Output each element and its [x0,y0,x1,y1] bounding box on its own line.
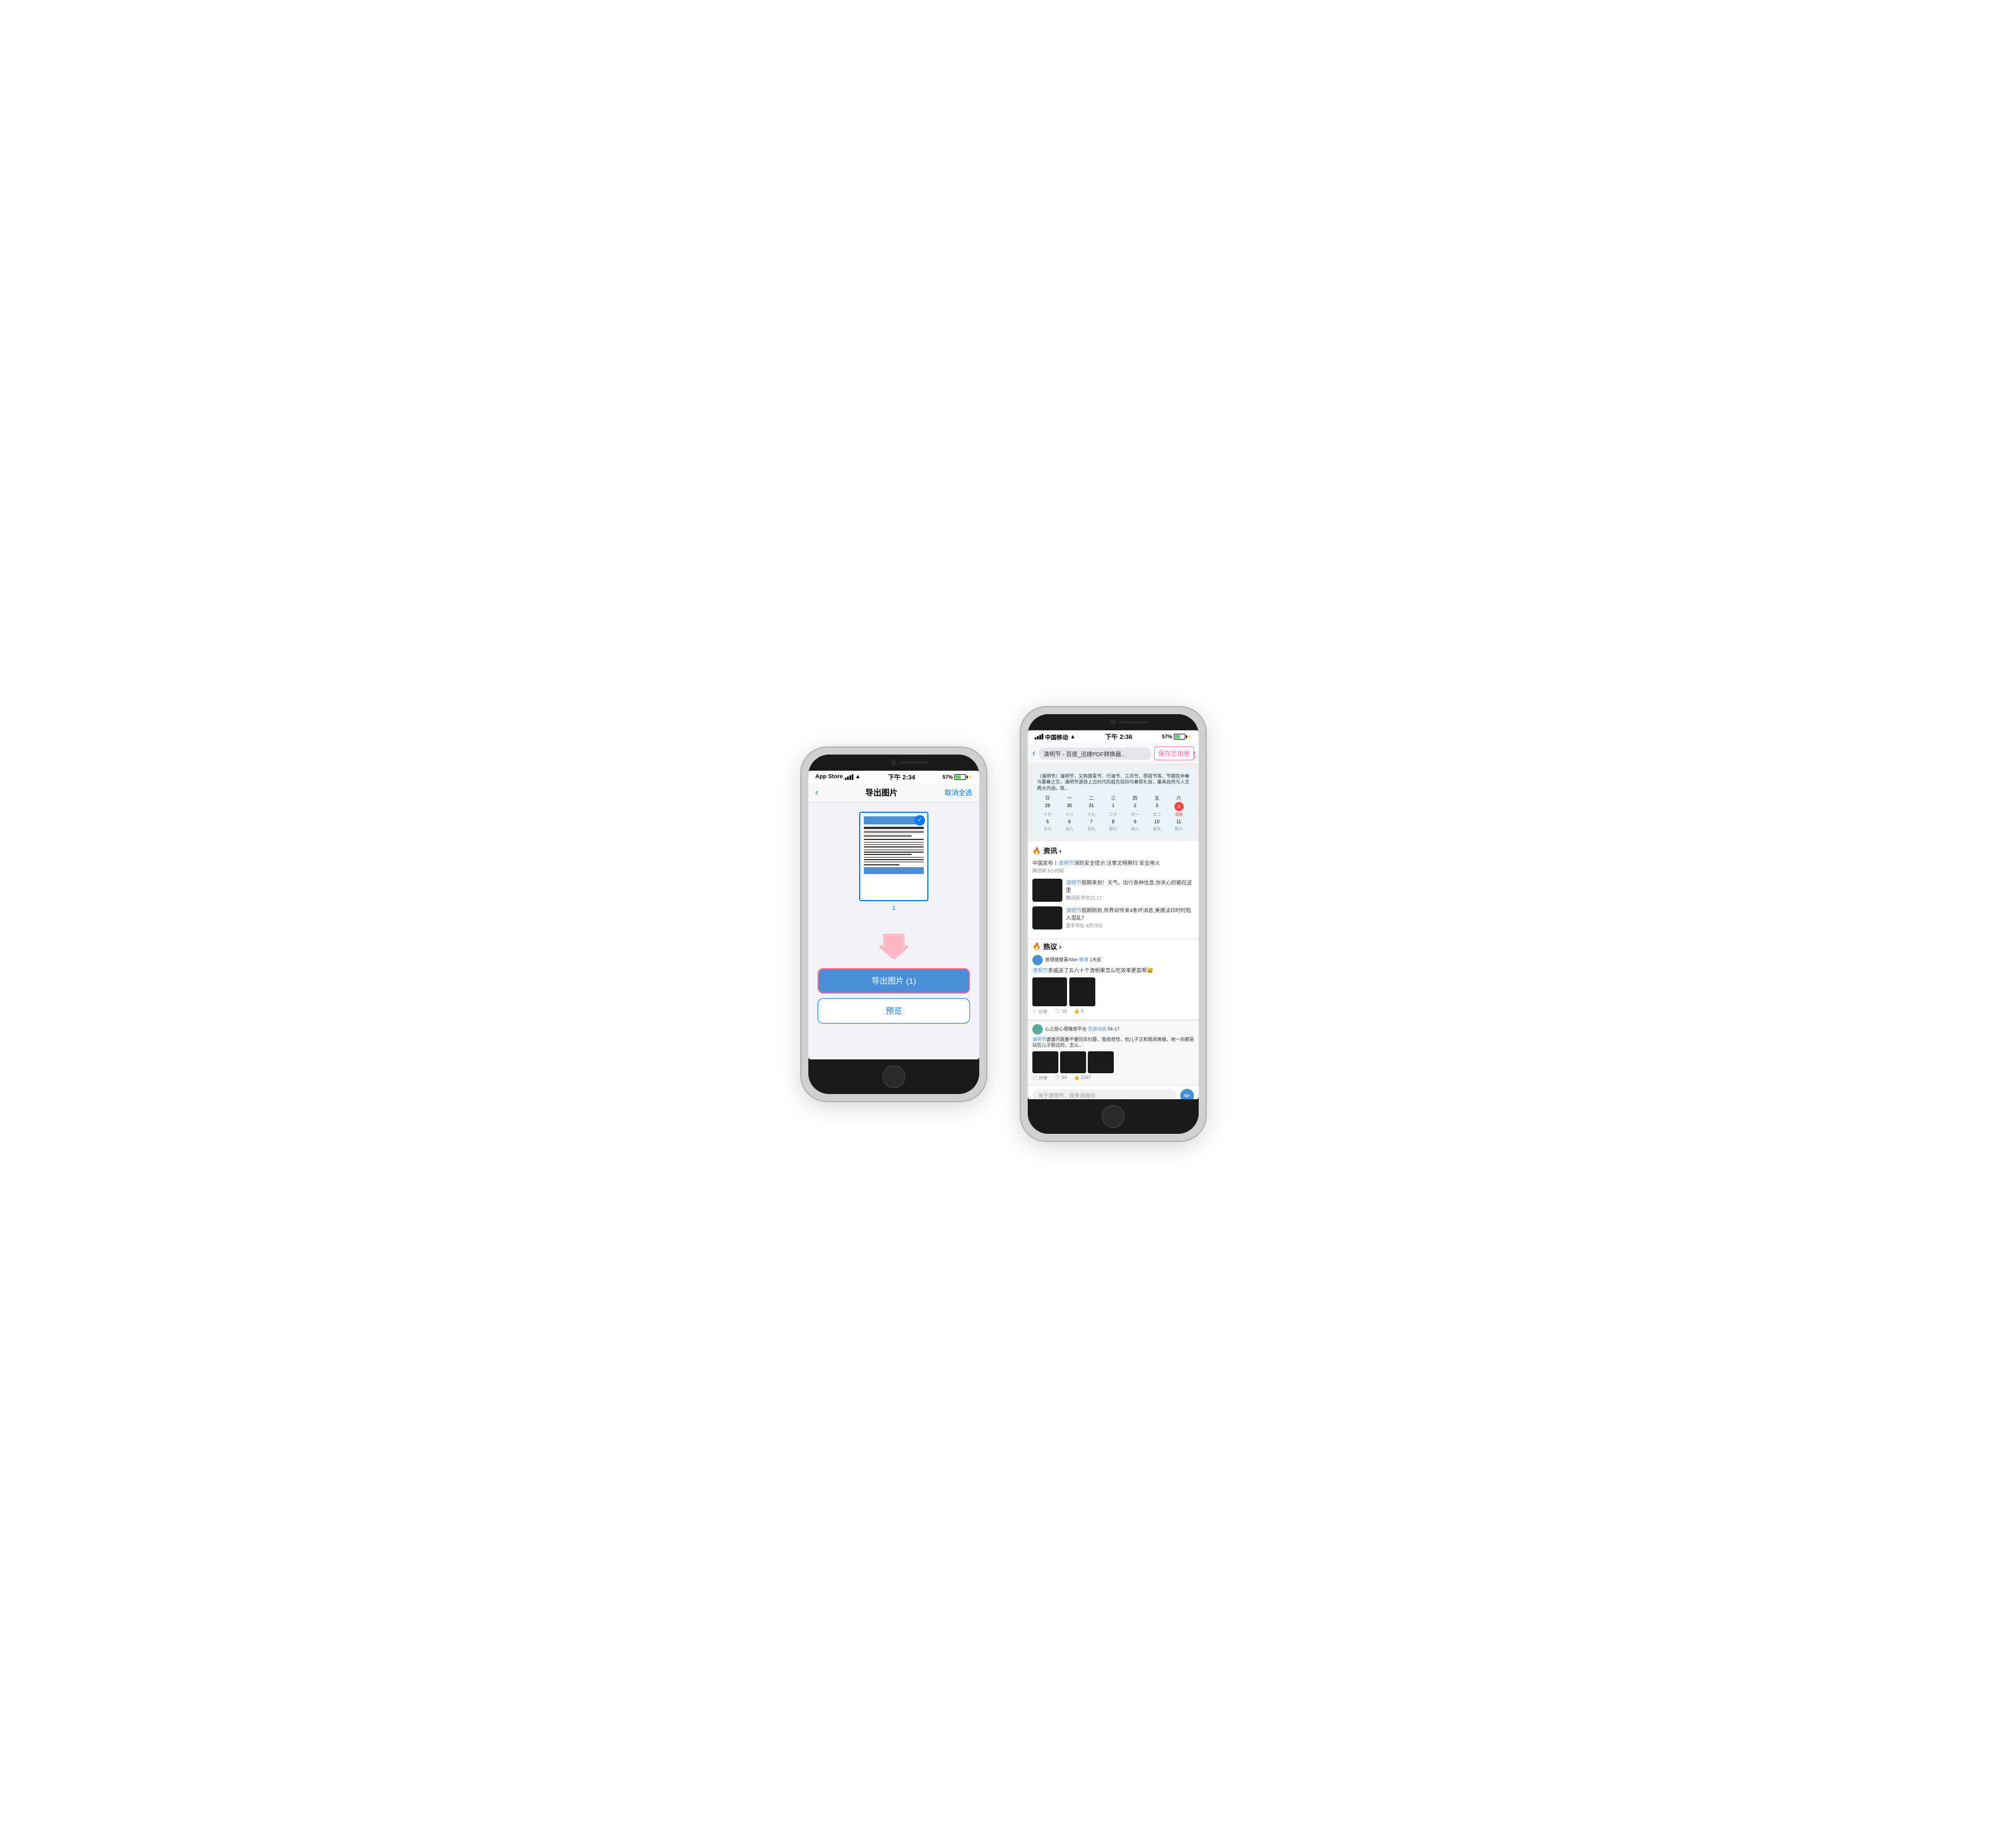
news-item-2[interactable]: 清明节假期来到！天气、出行各种信息,你关心的都在这里 腾讯网 昨天21:17 [1032,879,1194,902]
time-left: 下午 2:34 [888,772,915,782]
comment-images [1032,1051,1194,1073]
battery-percent-left: 57% [942,774,953,780]
hot-share-btn[interactable]: ♡ 分享 [1032,1009,1047,1015]
battery-icon-right: ⚡ [1174,734,1192,740]
home-button-left[interactable] [882,1065,905,1088]
url-bar[interactable]: 清明节 - 百度_迅捷PDF转换器... [1039,748,1151,760]
phone-left: App Store ▲ 下午 2:34 57% [801,748,986,1101]
news-text-1: 中国发布丨清明节消防安全提示:注意文明祭扫 安全用火 腾讯网 5小时前 [1032,859,1160,874]
news-fire-icon: 🔥 [1032,847,1041,855]
check-mark: ✓ [915,815,925,826]
wifi-icon-right: ▲ [1070,734,1076,740]
content-area: （清明节）清明节，又称踏青节、行清节、三月节、祭祖节等，节期在仲春与暮春之交，清… [1028,764,1199,1099]
carrier-left: App Store [815,774,843,780]
news-thumb-2 [1032,879,1062,902]
status-bar-right: 中国移动 ▲ 下午 2:36 57% ⚡ [1028,730,1199,743]
news-text-3: 清明节假期刚到,世界却传来4条坏消息,美德法印时时陷入混乱？ 慧学书社 4月15… [1066,906,1194,929]
news-item-3[interactable]: 清明节假期刚到,世界却传来4条坏消息,美德法印时时陷入混乱？ 慧学书社 4月15… [1032,906,1194,929]
comment-user-avatar [1032,1024,1043,1035]
comment-img-3 [1088,1051,1114,1073]
hot-header: 🔥 热议 › [1032,942,1194,951]
phone-right: 中国移动 ▲ 下午 2:36 57% ⚡ [1021,707,1206,1141]
comment-section: 心之助心理情感平台 百度动态 04-17 清明节婆婆问我要不要回去扫墓，我很奇怪… [1028,1020,1199,1085]
comment-user-name: 心之助心理情感平台 百度动态 04-17 [1045,1026,1120,1032]
charge-icon-right: ⚡ [1187,734,1192,739]
preview-button[interactable]: 预览 [818,998,970,1024]
edit-icon[interactable]: ✏ [1180,1089,1194,1099]
wifi-icon-left: ▲ [855,774,861,780]
time-right: 下午 2:36 [1105,732,1132,741]
hot-user-info: 直理循察素Alter 微博 1天前 [1032,955,1194,965]
news-item-1[interactable]: 中国发布丨清明节消防安全提示:注意文明祭扫 安全用火 腾讯网 5小时前 [1032,859,1194,874]
export-button[interactable]: 导出图片 (1) [818,968,970,994]
signal-icon-left [845,774,853,780]
arrow-up-icon: ↑ [1191,747,1198,762]
comment-img-1 [1032,1051,1058,1073]
comment-actions: ♡ 分享 🗨 84 👍 2267 [1032,1075,1194,1081]
comment-content: 清明节婆婆问我要不要回去扫墓，我很奇怪，他儿子正和我闹离婚，她一向都是站在儿子那… [1032,1037,1194,1049]
camera-left [891,760,897,766]
news-text-2: 清明节假期来到！天气、出行各种信息,你关心的都在这里 腾讯网 昨天21:17 [1066,879,1194,901]
calendar-description: （清明节）清明节，又称踏青节、行清节、三月节、祭祖节等，节期在仲春与暮春之交，清… [1037,774,1189,792]
hot-img-1 [1032,977,1067,1006]
nav-title-left: 导出图片 [866,787,898,798]
back-button-left[interactable]: ‹ [815,787,818,798]
hot-images [1032,977,1194,1006]
battery-icon-left: ⚡ [954,774,972,780]
arrow-down-icon [808,930,979,959]
comment-input[interactable]: 关于清明节，我来说两句 [1032,1089,1177,1099]
charge-icon-left: ⚡ [967,775,972,779]
hot-section: 🔥 热议 › 直理循察素Alter 微博 1天前 [1028,939,1199,1020]
comment-img-2 [1060,1051,1086,1073]
comment-like-btn[interactable]: 👍 2267 [1074,1075,1091,1081]
news-header: 🔥 资讯 › [1032,846,1194,856]
input-bar: 关于清明节，我来说两句 ✏ [1028,1085,1199,1099]
export-buttons-container: 导出图片 (1) 预览 [808,968,979,1033]
speaker-right [1119,721,1148,723]
comment-reply-btn[interactable]: 🗨 84 [1054,1075,1066,1081]
hot-user-avatar [1032,955,1043,965]
hot-user-name: 直理循察素Alter 微博 1天前 [1045,957,1101,963]
save-to-album-button[interactable]: 保存至相册 [1154,746,1194,760]
calendar-grid: 日 一 二 三 四 五 六 29 30 31 1 2 [1037,795,1189,832]
comment-share-btn[interactable]: ♡ 分享 [1032,1075,1047,1081]
image-grid: ✓ [808,802,979,921]
news-section: 🔥 资讯 › 中国发布丨清明节消防安全提示:注意文明祭扫 安全用火 腾讯网 5小… [1028,841,1199,939]
hot-content: 清明节亲戚送了五六十个清明果怎么吃效率更高啊😅 [1032,968,1194,975]
cancel-all-button[interactable]: 取消全选 [945,787,972,797]
home-button-right[interactable] [1102,1105,1125,1128]
hot-fire-icon: 🔥 [1032,942,1041,950]
calendar-widget: （清明节）清明节，又称踏青节、行清节、三月节、祭祖节等，节期在仲春与暮春之交，清… [1032,769,1194,837]
image-thumbnail[interactable]: ✓ [859,812,928,901]
page-number: 1 [892,905,896,912]
signal-icon-right [1035,734,1043,740]
news-thumb-3 [1032,906,1062,929]
nav-bar-left: ‹ 导出图片 取消全选 [808,783,979,802]
comment-user-info: 心之助心理情感平台 百度动态 04-17 [1032,1024,1194,1035]
scene: App Store ▲ 下午 2:34 57% [801,707,1206,1141]
browser-nav: ‹ 清明节 - 百度_迅捷PDF转换器... 保存至相册 [1028,743,1199,764]
camera-right [1110,719,1116,725]
status-bar-left: App Store ▲ 下午 2:34 57% [808,771,979,783]
browser-back-button[interactable]: ‹ [1032,748,1035,759]
hot-comment-btn[interactable]: 🗨 18 [1054,1009,1066,1015]
hot-like-btn[interactable]: 👍 3 [1074,1009,1084,1015]
battery-percent-right: 57% [1162,734,1172,740]
hot-actions: ♡ 分享 🗨 18 👍 3 [1032,1009,1194,1015]
hot-img-2 [1069,977,1095,1006]
carrier-right: 中国移动 [1045,733,1068,741]
speaker-left [900,761,928,764]
